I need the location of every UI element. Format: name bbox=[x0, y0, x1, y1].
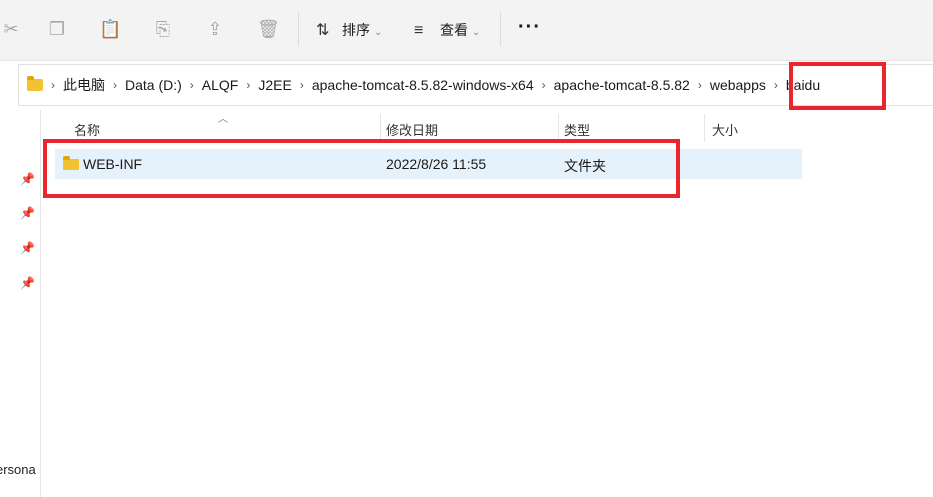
view-icon: ≡ bbox=[414, 22, 424, 39]
chevron-right-icon[interactable]: › bbox=[51, 78, 55, 92]
column-type[interactable]: 类型 bbox=[564, 120, 590, 139]
highlight-box-breadcrumb bbox=[789, 62, 886, 110]
more-options-button[interactable]: ··· bbox=[518, 16, 541, 39]
chevron-right-icon[interactable]: › bbox=[542, 78, 546, 92]
scissors-icon[interactable]: ✂ bbox=[0, 18, 22, 40]
delete-icon[interactable]: 🗑 bbox=[257, 18, 280, 40]
column-modified[interactable]: 修改日期 bbox=[386, 120, 438, 139]
breadcrumb-item[interactable]: apache-tomcat-8.5.82 bbox=[554, 77, 690, 93]
toolbar-divider bbox=[298, 12, 299, 46]
chevron-right-icon[interactable]: › bbox=[698, 78, 702, 92]
breadcrumb-item[interactable]: apache-tomcat-8.5.82-windows-x64 bbox=[312, 77, 534, 93]
view-button[interactable]: ≡ 查看 ⌄ bbox=[414, 18, 480, 42]
command-bar: ✂ ❐ 📋 ⎘ ⇪ 🗑 ⇅ 排序 ⌄ ≡ 查看 ⌄ ··· bbox=[0, 0, 933, 61]
breadcrumb-item[interactable]: J2EE bbox=[258, 77, 291, 93]
chevron-right-icon[interactable]: › bbox=[300, 78, 304, 92]
chevron-right-icon[interactable]: › bbox=[113, 78, 117, 92]
column-divider[interactable] bbox=[704, 114, 705, 142]
sort-icon: ⇅ bbox=[316, 22, 330, 39]
pin-icon[interactable]: 📌 bbox=[20, 276, 35, 290]
chevron-down-icon: ⌄ bbox=[374, 27, 383, 38]
column-size[interactable]: 大小 bbox=[712, 120, 738, 139]
paste-icon[interactable]: 📋 bbox=[99, 18, 121, 40]
pin-icon[interactable]: 📌 bbox=[20, 241, 35, 255]
column-name[interactable]: 名称 bbox=[74, 120, 100, 139]
column-divider[interactable] bbox=[558, 114, 559, 142]
pin-icon[interactable]: 📌 bbox=[20, 172, 35, 186]
highlight-box-row bbox=[43, 139, 680, 198]
view-label: 查看 bbox=[440, 22, 468, 38]
share-icon[interactable]: ⇪ bbox=[204, 18, 226, 40]
breadcrumb: › 此电脑 › Data (D:) › ALQF › J2EE › apache… bbox=[27, 65, 820, 105]
column-divider[interactable] bbox=[380, 114, 381, 142]
chevron-right-icon[interactable]: › bbox=[774, 78, 778, 92]
toolbar-divider bbox=[500, 12, 501, 46]
chevron-down-icon: ⌄ bbox=[472, 27, 481, 38]
sort-ascending-icon: ︿ bbox=[218, 114, 228, 125]
nav-item-label[interactable]: ersona bbox=[0, 462, 36, 477]
rename-icon[interactable]: ⎘ bbox=[152, 18, 174, 40]
breadcrumb-item[interactable]: 此电脑 bbox=[63, 75, 105, 95]
breadcrumb-item[interactable]: Data (D:) bbox=[125, 77, 182, 93]
copy-icon[interactable]: ❐ bbox=[46, 18, 68, 40]
chevron-right-icon[interactable]: › bbox=[246, 78, 250, 92]
folder-icon bbox=[27, 76, 43, 91]
sort-label: 排序 bbox=[342, 22, 370, 38]
breadcrumb-item[interactable]: webapps bbox=[710, 77, 766, 93]
chevron-right-icon[interactable]: › bbox=[190, 78, 194, 92]
sort-button[interactable]: ⇅ 排序 ⌄ bbox=[316, 18, 382, 42]
breadcrumb-item[interactable]: ALQF bbox=[202, 77, 239, 93]
navigation-pane: 📌 📌 📌 📌 bbox=[0, 110, 41, 497]
column-header: ︿ 名称 修改日期 类型 大小 bbox=[40, 110, 933, 142]
pin-icon[interactable]: 📌 bbox=[20, 206, 35, 220]
